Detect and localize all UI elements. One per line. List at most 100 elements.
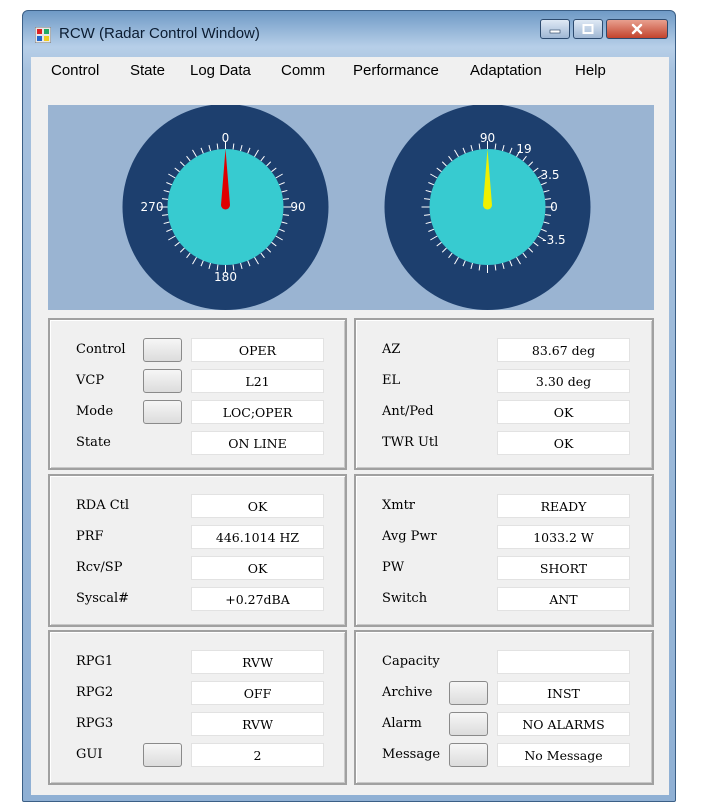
elevation-label-0: 0	[550, 200, 558, 214]
system-label: Capacity	[382, 654, 440, 669]
minimize-icon	[549, 29, 561, 34]
status-row-control: Control OPER	[50, 338, 345, 364]
rcv-sp-value: OK	[191, 556, 324, 580]
rcw-window: RCW (Radar Control Window) Control State…	[22, 10, 676, 802]
title-bar[interactable]: RCW (Radar Control Window)	[23, 11, 675, 57]
vcp-button[interactable]	[143, 369, 182, 393]
azimuth-label-270: 270	[141, 200, 164, 214]
syscal-value: +0.27dBA	[191, 587, 324, 611]
message-button[interactable]	[449, 743, 488, 767]
el-value: 3.30 deg	[497, 369, 630, 393]
elevation-label-minus-3-5: -3.5	[542, 233, 565, 247]
xmtr-value: READY	[497, 494, 630, 518]
elevation-gauge: 90 19 3.5 0 -3.5	[384, 105, 591, 310]
menu-log-data[interactable]: Log Data	[190, 62, 251, 79]
menu-help[interactable]: Help	[575, 62, 606, 79]
rda-row-prf: PRF 446.1014 HZ	[50, 525, 345, 551]
menu-control[interactable]: Control	[51, 62, 99, 79]
rpg-label: RPG1	[76, 654, 114, 669]
status-panel: Control OPER VCP L21 Mode LOC;OPER State…	[48, 318, 347, 470]
control-value: OPER	[191, 338, 324, 362]
antenna-row-el: EL 3.30 deg	[356, 369, 652, 395]
azimuth-gauge: 0 90 180 270	[122, 105, 329, 310]
rda-label: Syscal#	[76, 591, 130, 606]
gui-value: 2	[191, 743, 324, 767]
rda-label: PRF	[76, 529, 104, 544]
system-row-archive: Archive INST	[356, 681, 652, 707]
transmitter-row-switch: Switch ANT	[356, 587, 652, 613]
menu-comm[interactable]: Comm	[281, 62, 325, 79]
gauge-area: 0 90 180 270 90 19 3.5 0 -3.5	[48, 105, 654, 310]
rda-row-rcv-sp: Rcv/SP OK	[50, 556, 345, 582]
avg-pwr-value: 1033.2 W	[497, 525, 630, 549]
antenna-panel: AZ 83.67 deg EL 3.30 deg Ant/Ped OK TWR …	[354, 318, 654, 470]
transmitter-panel: Xmtr READY Avg Pwr 1033.2 W PW SHORT Swi…	[354, 474, 654, 627]
status-row-mode: Mode LOC;OPER	[50, 400, 345, 426]
rda-row-syscal: Syscal# +0.27dBA	[50, 587, 345, 613]
transmitter-row-xmtr: Xmtr READY	[356, 494, 652, 520]
transmitter-row-avg-pwr: Avg Pwr 1033.2 W	[356, 525, 652, 551]
window-title: RCW (Radar Control Window)	[59, 25, 260, 42]
azimuth-label-0: 0	[222, 131, 230, 145]
transmitter-label: Xmtr	[382, 498, 416, 513]
alarm-button[interactable]	[449, 712, 488, 736]
rpg-label: GUI	[76, 747, 103, 762]
transmitter-label: PW	[382, 560, 405, 575]
twr-utl-value: OK	[497, 431, 630, 455]
control-button[interactable]	[143, 338, 182, 362]
menu-performance[interactable]: Performance	[353, 62, 439, 79]
system-row-message: Message No Message	[356, 743, 652, 769]
rda-row-rda-ctl: RDA Ctl OK	[50, 494, 345, 520]
rpg-row-gui: GUI 2	[50, 743, 345, 769]
antenna-label: AZ	[382, 342, 401, 357]
vcp-value: L21	[191, 369, 324, 393]
switch-value: ANT	[497, 587, 630, 611]
menu-adaptation[interactable]: Adaptation	[470, 62, 542, 79]
rda-ctl-value: OK	[191, 494, 324, 518]
close-button[interactable]	[606, 19, 668, 39]
menu-state[interactable]: State	[130, 62, 165, 79]
minimize-button[interactable]	[540, 19, 570, 39]
transmitter-row-pw: PW SHORT	[356, 556, 652, 582]
antenna-label: EL	[382, 373, 401, 388]
status-row-state: State ON LINE	[50, 431, 345, 457]
rda-label: RDA Ctl	[76, 498, 130, 513]
antenna-row-az: AZ 83.67 deg	[356, 338, 652, 364]
menu-bar: Control State Log Data Comm Performance …	[31, 57, 669, 86]
rpg-label: RPG3	[76, 716, 114, 731]
rpg-panel: RPG1 RVW RPG2 OFF RPG3 RVW GUI 2	[48, 630, 347, 785]
alarm-value: NO ALARMS	[497, 712, 630, 736]
prf-value: 446.1014 HZ	[191, 525, 324, 549]
rpg-label: RPG2	[76, 685, 114, 700]
antenna-row-twr-utl: TWR Utl OK	[356, 431, 652, 457]
gui-button[interactable]	[143, 743, 182, 767]
status-label: Mode	[76, 404, 114, 419]
ant-ped-value: OK	[497, 400, 630, 424]
transmitter-label: Avg Pwr	[382, 529, 437, 544]
elevation-label-19: 19	[516, 142, 531, 156]
rda-panel: RDA Ctl OK PRF 446.1014 HZ Rcv/SP OK Sys…	[48, 474, 347, 627]
close-icon	[631, 23, 643, 35]
antenna-row-ant-ped: Ant/Ped OK	[356, 400, 652, 426]
status-label: State	[76, 435, 111, 450]
rpg3-value: RVW	[191, 712, 324, 736]
archive-button[interactable]	[449, 681, 488, 705]
rpg-row-rpg2: RPG2 OFF	[50, 681, 345, 707]
system-label: Message	[382, 747, 441, 762]
pw-value: SHORT	[497, 556, 630, 580]
maximize-icon	[582, 24, 594, 34]
az-value: 83.67 deg	[497, 338, 630, 362]
transmitter-label: Switch	[382, 591, 428, 606]
system-row-alarm: Alarm NO ALARMS	[356, 712, 652, 738]
antenna-label: TWR Utl	[382, 435, 439, 450]
mode-button[interactable]	[143, 400, 182, 424]
system-panel: Capacity Archive INST Alarm NO ALARMS Me…	[354, 630, 654, 785]
message-value: No Message	[497, 743, 630, 767]
maximize-button[interactable]	[573, 19, 603, 39]
client-area: 0 90 180 270 90 19 3.5 0 -3.5 Control OP…	[31, 85, 669, 795]
rpg2-value: OFF	[191, 681, 324, 705]
rpg-row-rpg1: RPG1 RVW	[50, 650, 345, 676]
elevation-label-3-5: 3.5	[540, 168, 559, 182]
antenna-label: Ant/Ped	[382, 404, 434, 419]
state-value: ON LINE	[191, 431, 324, 455]
